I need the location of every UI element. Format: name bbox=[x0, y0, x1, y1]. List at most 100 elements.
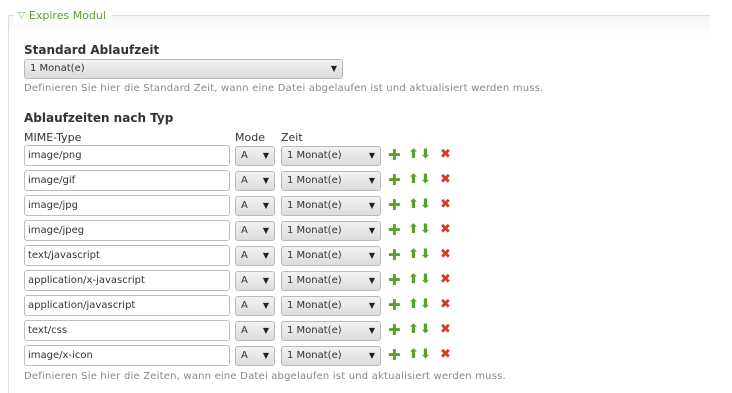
plus-icon[interactable]: ✚ bbox=[388, 247, 401, 263]
plus-icon[interactable]: ✚ bbox=[388, 297, 401, 313]
default-expiry-select[interactable]: 1 Monat(e) ▼ bbox=[24, 59, 343, 79]
default-expiry-help: Definieren Sie hier die Standard Zeit, w… bbox=[24, 83, 544, 94]
close-icon[interactable]: ✖ bbox=[440, 222, 451, 238]
mime-type-input[interactable] bbox=[24, 220, 230, 241]
arrow-down-icon[interactable]: ⬇ bbox=[420, 147, 431, 163]
mode-select[interactable]: A ▼ bbox=[235, 146, 275, 166]
chevron-down-icon: ▼ bbox=[262, 351, 269, 360]
close-icon[interactable]: ✖ bbox=[440, 272, 451, 288]
mode-select[interactable]: A ▼ bbox=[235, 321, 275, 341]
arrow-down-icon[interactable]: ⬇ bbox=[420, 197, 431, 213]
zeit-select[interactable]: 1 Monat(e) ▼ bbox=[281, 146, 381, 166]
mode-value: A bbox=[241, 350, 248, 361]
zeit-select[interactable]: 1 Monat(e) ▼ bbox=[281, 296, 381, 316]
default-expiry-title: Standard Ablaufzeit bbox=[24, 43, 160, 57]
arrow-down-icon[interactable]: ⬇ bbox=[420, 247, 431, 263]
fieldset-legend[interactable]: ▽ Expires Modul bbox=[14, 9, 112, 23]
zeit-select[interactable]: 1 Monat(e) ▼ bbox=[281, 321, 381, 341]
zeit-select[interactable]: 1 Monat(e) ▼ bbox=[281, 196, 381, 216]
arrow-up-icon[interactable]: ⬆ bbox=[408, 322, 419, 338]
mode-value: A bbox=[241, 200, 248, 211]
plus-icon[interactable]: ✚ bbox=[388, 272, 401, 288]
close-icon[interactable]: ✖ bbox=[440, 347, 451, 363]
mode-select[interactable]: A ▼ bbox=[235, 296, 275, 316]
mime-type-input[interactable] bbox=[24, 245, 230, 266]
zeit-select[interactable]: 1 Monat(e) ▼ bbox=[281, 271, 381, 291]
mode-select[interactable]: A ▼ bbox=[235, 221, 275, 241]
table-row: A▼ 1 Monat(e)▼ ✚ ⬆⬇ ✖ bbox=[24, 245, 464, 267]
mime-type-input[interactable] bbox=[24, 320, 230, 341]
close-icon[interactable]: ✖ bbox=[440, 297, 451, 313]
arrow-down-icon[interactable]: ⬇ bbox=[420, 222, 431, 238]
zeit-select[interactable]: 1 Monat(e) ▼ bbox=[281, 246, 381, 266]
arrow-down-icon[interactable]: ⬇ bbox=[420, 172, 431, 188]
zeit-value: 1 Monat(e) bbox=[287, 300, 342, 311]
fieldset-shade bbox=[8, 16, 710, 36]
zeit-value: 1 Monat(e) bbox=[287, 150, 342, 161]
plus-icon[interactable]: ✚ bbox=[388, 147, 401, 163]
table-row: A▼ 1 Monat(e)▼ ✚ ⬆⬇ ✖ bbox=[24, 220, 464, 242]
mode-value: A bbox=[241, 325, 248, 336]
zeit-select[interactable]: 1 Monat(e) ▼ bbox=[281, 171, 381, 191]
chevron-down-icon: ▼ bbox=[262, 276, 269, 285]
mime-type-input[interactable] bbox=[24, 195, 230, 216]
chevron-down-icon: ▼ bbox=[262, 176, 269, 185]
mode-select[interactable]: A ▼ bbox=[235, 196, 275, 216]
arrow-up-icon[interactable]: ⬆ bbox=[408, 347, 419, 363]
chevron-down-icon: ▼ bbox=[330, 64, 337, 73]
mode-value: A bbox=[241, 300, 248, 311]
plus-icon[interactable]: ✚ bbox=[388, 197, 401, 213]
arrow-down-icon[interactable]: ⬇ bbox=[420, 297, 431, 313]
plus-icon[interactable]: ✚ bbox=[388, 347, 401, 363]
mode-value: A bbox=[241, 150, 248, 161]
table-row: A▼1 Monat(e)▼✚⬆⬇✖ bbox=[24, 195, 464, 217]
close-icon[interactable]: ✖ bbox=[440, 172, 451, 188]
plus-icon[interactable]: ✚ bbox=[388, 172, 401, 188]
zeit-value: 1 Monat(e) bbox=[287, 225, 342, 236]
arrow-up-icon[interactable]: ⬆ bbox=[408, 297, 419, 313]
arrow-down-icon[interactable]: ⬇ bbox=[420, 347, 431, 363]
chevron-down-icon: ▼ bbox=[368, 326, 375, 335]
zeit-select[interactable]: 1 Monat(e) ▼ bbox=[281, 346, 381, 366]
close-icon[interactable]: ✖ bbox=[440, 197, 451, 213]
chevron-down-icon: ▼ bbox=[368, 151, 375, 160]
zeit-value: 1 Monat(e) bbox=[287, 275, 342, 286]
close-icon[interactable]: ✖ bbox=[440, 322, 451, 338]
arrow-down-icon[interactable]: ⬇ bbox=[420, 272, 431, 288]
arrow-down-icon[interactable]: ⬇ bbox=[420, 322, 431, 338]
mime-type-input[interactable] bbox=[24, 295, 230, 316]
arrow-up-icon[interactable]: ⬆ bbox=[408, 197, 419, 213]
zeit-value: 1 Monat(e) bbox=[287, 175, 342, 186]
arrow-up-icon[interactable]: ⬆ bbox=[408, 247, 419, 263]
arrow-up-icon[interactable]: ⬆ bbox=[408, 172, 419, 188]
chevron-down-icon: ▼ bbox=[368, 276, 375, 285]
table-row: A▼1 Monat(e)▼✚⬆⬇✖ bbox=[24, 170, 464, 192]
mime-type-input[interactable] bbox=[24, 345, 230, 366]
chevron-down-icon: ▼ bbox=[262, 151, 269, 160]
close-icon[interactable]: ✖ bbox=[440, 247, 451, 263]
plus-icon[interactable]: ✚ bbox=[388, 222, 401, 238]
mode-select[interactable]: A ▼ bbox=[235, 171, 275, 191]
chevron-down-icon: ▼ bbox=[262, 201, 269, 210]
zeit-select[interactable]: 1 Monat(e) ▼ bbox=[281, 221, 381, 241]
column-header-mime: MIME-Type bbox=[24, 131, 82, 144]
table-row: A▼1 Monat(e)▼✚⬆⬇✖ bbox=[24, 345, 464, 367]
chevron-down-icon: ▼ bbox=[368, 301, 375, 310]
arrow-up-icon[interactable]: ⬆ bbox=[408, 147, 419, 163]
zeit-value: 1 Monat(e) bbox=[287, 200, 342, 211]
mode-select[interactable]: A ▼ bbox=[235, 271, 275, 291]
chevron-down-icon: ▼ bbox=[262, 301, 269, 310]
fieldset-border bbox=[8, 15, 710, 16]
legend-label: Expires Modul bbox=[28, 9, 106, 22]
zeit-value: 1 Monat(e) bbox=[287, 350, 342, 361]
mime-type-input[interactable] bbox=[24, 270, 230, 291]
arrow-up-icon[interactable]: ⬆ bbox=[408, 222, 419, 238]
mime-type-input[interactable] bbox=[24, 170, 230, 191]
close-icon[interactable]: ✖ bbox=[440, 147, 451, 163]
mode-value: A bbox=[241, 175, 248, 186]
mode-select[interactable]: A ▼ bbox=[235, 246, 275, 266]
plus-icon[interactable]: ✚ bbox=[388, 322, 401, 338]
arrow-up-icon[interactable]: ⬆ bbox=[408, 272, 419, 288]
mode-select[interactable]: A ▼ bbox=[235, 346, 275, 366]
mime-type-input[interactable] bbox=[24, 145, 230, 166]
